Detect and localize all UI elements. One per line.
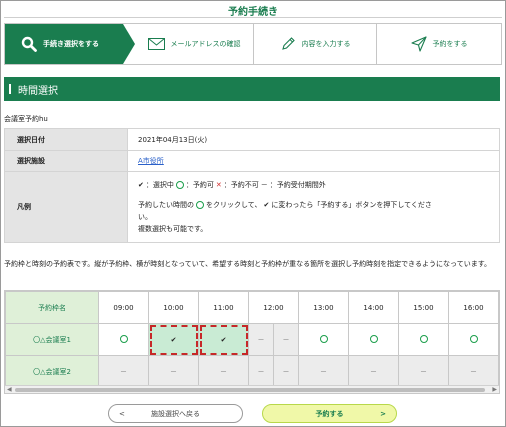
slot-outside-period: － [273,355,299,388]
step-label: メールアドレスの確認 [170,40,241,48]
facility-label: 選択施設 [4,150,128,172]
slot-available[interactable] [398,323,449,356]
title-divider [4,17,502,18]
legend-note-1a: 予約したい時間の [138,201,194,209]
circle-icon [419,334,428,343]
circle-icon [369,334,378,343]
slot-name-header: 予約枠名 [5,291,99,324]
send-icon [410,36,427,52]
scrollbar-thumb[interactable] [15,388,485,392]
slot-outside-period: － [248,355,274,388]
dash-icon: － [260,181,268,189]
legend-note-line-1: 予約したい時間の をクリックして、 ✔ に変わったら「予約する」ボタンを押下して… [138,199,499,211]
circle-icon [175,181,184,189]
scroll-left-icon[interactable]: ◀ [7,386,12,393]
slot-outside-period: － [273,323,299,356]
step-label: 手続き選択をする [43,40,99,48]
schedule-grid: 予約枠名 09:00 10:00 11:00 12:00 13:00 14:00… [5,291,499,388]
back-to-facility-button[interactable]: < 施設選択へ戻る [108,404,243,423]
chevron-right-icon: > [380,409,386,418]
step-indicator: 手続き選択をする メールアドレスの確認 内容を入力する 予約をする [4,23,502,65]
legend-outside: ：予約受付期間外 [269,181,326,189]
step-label: 内容を入力する [301,40,351,48]
date-label: 選択日付 [4,128,128,151]
info-row-legend: 凡例 ✔ ：選択中 ：予約可 ✕ ：予約不可 － ：予約受付期間外 予約したい時… [4,171,500,243]
circle-icon [469,334,478,343]
slot-outside-period: － [448,355,499,388]
slot-outside-period: － [248,323,274,356]
step-select-procedure: 手続き選択をする [5,24,135,64]
cross-icon: ✕ [215,181,222,189]
legend-symbols: ✔ ：選択中 ：予約可 ✕ ：予約不可 － ：予約受付期間外 [138,179,499,191]
reserve-button-label: 予約する [315,409,344,418]
pencil-icon [280,36,296,52]
time-header: 10:00 [148,291,199,324]
step-arrow [123,24,135,64]
info-row-date: 選択日付 2021年04月13日(火) [4,128,500,151]
horizontal-scrollbar[interactable]: ◀ ▶ [5,385,499,393]
room-name: 〇△会議室2 [5,355,99,388]
section-header: 時間選択 [4,77,500,101]
facility-cell: A市役所 [127,150,500,172]
slot-selected[interactable]: ✔ [148,323,199,356]
slot-outside-period: － [198,355,249,388]
slot-available[interactable] [98,323,149,356]
schedule-grid-scroll[interactable]: 予約枠名 09:00 10:00 11:00 12:00 13:00 14:00… [4,290,500,394]
legend-selected: ：選択中 [145,181,174,189]
legend-available: ：予約可 [185,181,214,189]
facility-link[interactable]: A市役所 [138,157,164,165]
legend-note-1b: をクリックして、 [206,201,262,209]
circle-icon [119,334,128,343]
slot-available[interactable] [448,323,499,356]
legend-note-line-3: 複数選択も可能です。 [138,225,208,233]
time-header: 14:00 [348,291,399,324]
scroll-right-icon[interactable]: ▶ [492,386,497,393]
step-email-confirm: メールアドレスの確認 [135,24,253,64]
step-reserve: 予約をする [377,24,501,64]
time-header: 15:00 [398,291,449,324]
circle-icon [196,201,204,209]
slot-outside-period: － [148,355,199,388]
time-header: 16:00 [448,291,499,324]
time-header: 12:00 [248,291,299,324]
legend-note-line-2: い。 [138,213,152,221]
chevron-left-icon: < [119,409,125,418]
slot-outside-period: － [298,355,349,388]
grid-row-room2: 〇△会議室2 － － － － － － － － － [5,355,499,388]
search-icon [21,36,37,52]
reserve-button[interactable]: 予約する > [262,404,397,423]
schedule-description: 予約枠と時刻の予約表です。縦が予約枠、横が時刻となっていて、希望する時刻と予約枠… [4,260,491,268]
page-title: 予約手続き [228,7,278,18]
legend-note-1c: に変わったら「予約する」ボタンを押下してくださ [271,201,432,209]
slot-outside-period: － [348,355,399,388]
slot-selected[interactable]: ✔ [198,323,249,356]
section-title: 時間選択 [18,85,58,97]
room-name: 〇△会議室1 [5,323,99,356]
time-header: 11:00 [198,291,249,324]
check-icon: ✔ [263,201,270,209]
info-row-facility: 選択施設 A市役所 [4,150,500,172]
legend-label: 凡例 [4,171,128,243]
time-header: 09:00 [98,291,149,324]
back-button-label: 施設選択へ戻る [151,409,200,418]
legend-cell: ✔ ：選択中 ：予約可 ✕ ：予約不可 － ：予約受付期間外 予約したい時間の … [127,171,500,243]
circle-icon [319,334,328,343]
section-marker [9,84,11,94]
date-value: 2021年04月13日(火) [127,128,500,151]
step-enter-details: 内容を入力する [254,24,376,64]
time-header: 13:00 [298,291,349,324]
selection-info-table: 選択日付 2021年04月13日(火) 選択施設 A市役所 凡例 ✔ ：選択中 … [4,128,500,243]
slot-available[interactable] [298,323,349,356]
slot-available[interactable] [348,323,399,356]
slot-outside-period: － [98,355,149,388]
slot-outside-period: － [398,355,449,388]
step-label: 予約をする [432,40,468,48]
legend-unavailable: ：予約不可 [223,181,259,189]
facility-name: 会議室予約hu [4,115,48,123]
grid-header-row: 予約枠名 09:00 10:00 11:00 12:00 13:00 14:00… [5,291,499,324]
grid-row-room1: 〇△会議室1 ✔ ✔ － － [5,323,499,356]
mail-icon [147,38,165,50]
check-icon: ✔ [138,181,144,189]
